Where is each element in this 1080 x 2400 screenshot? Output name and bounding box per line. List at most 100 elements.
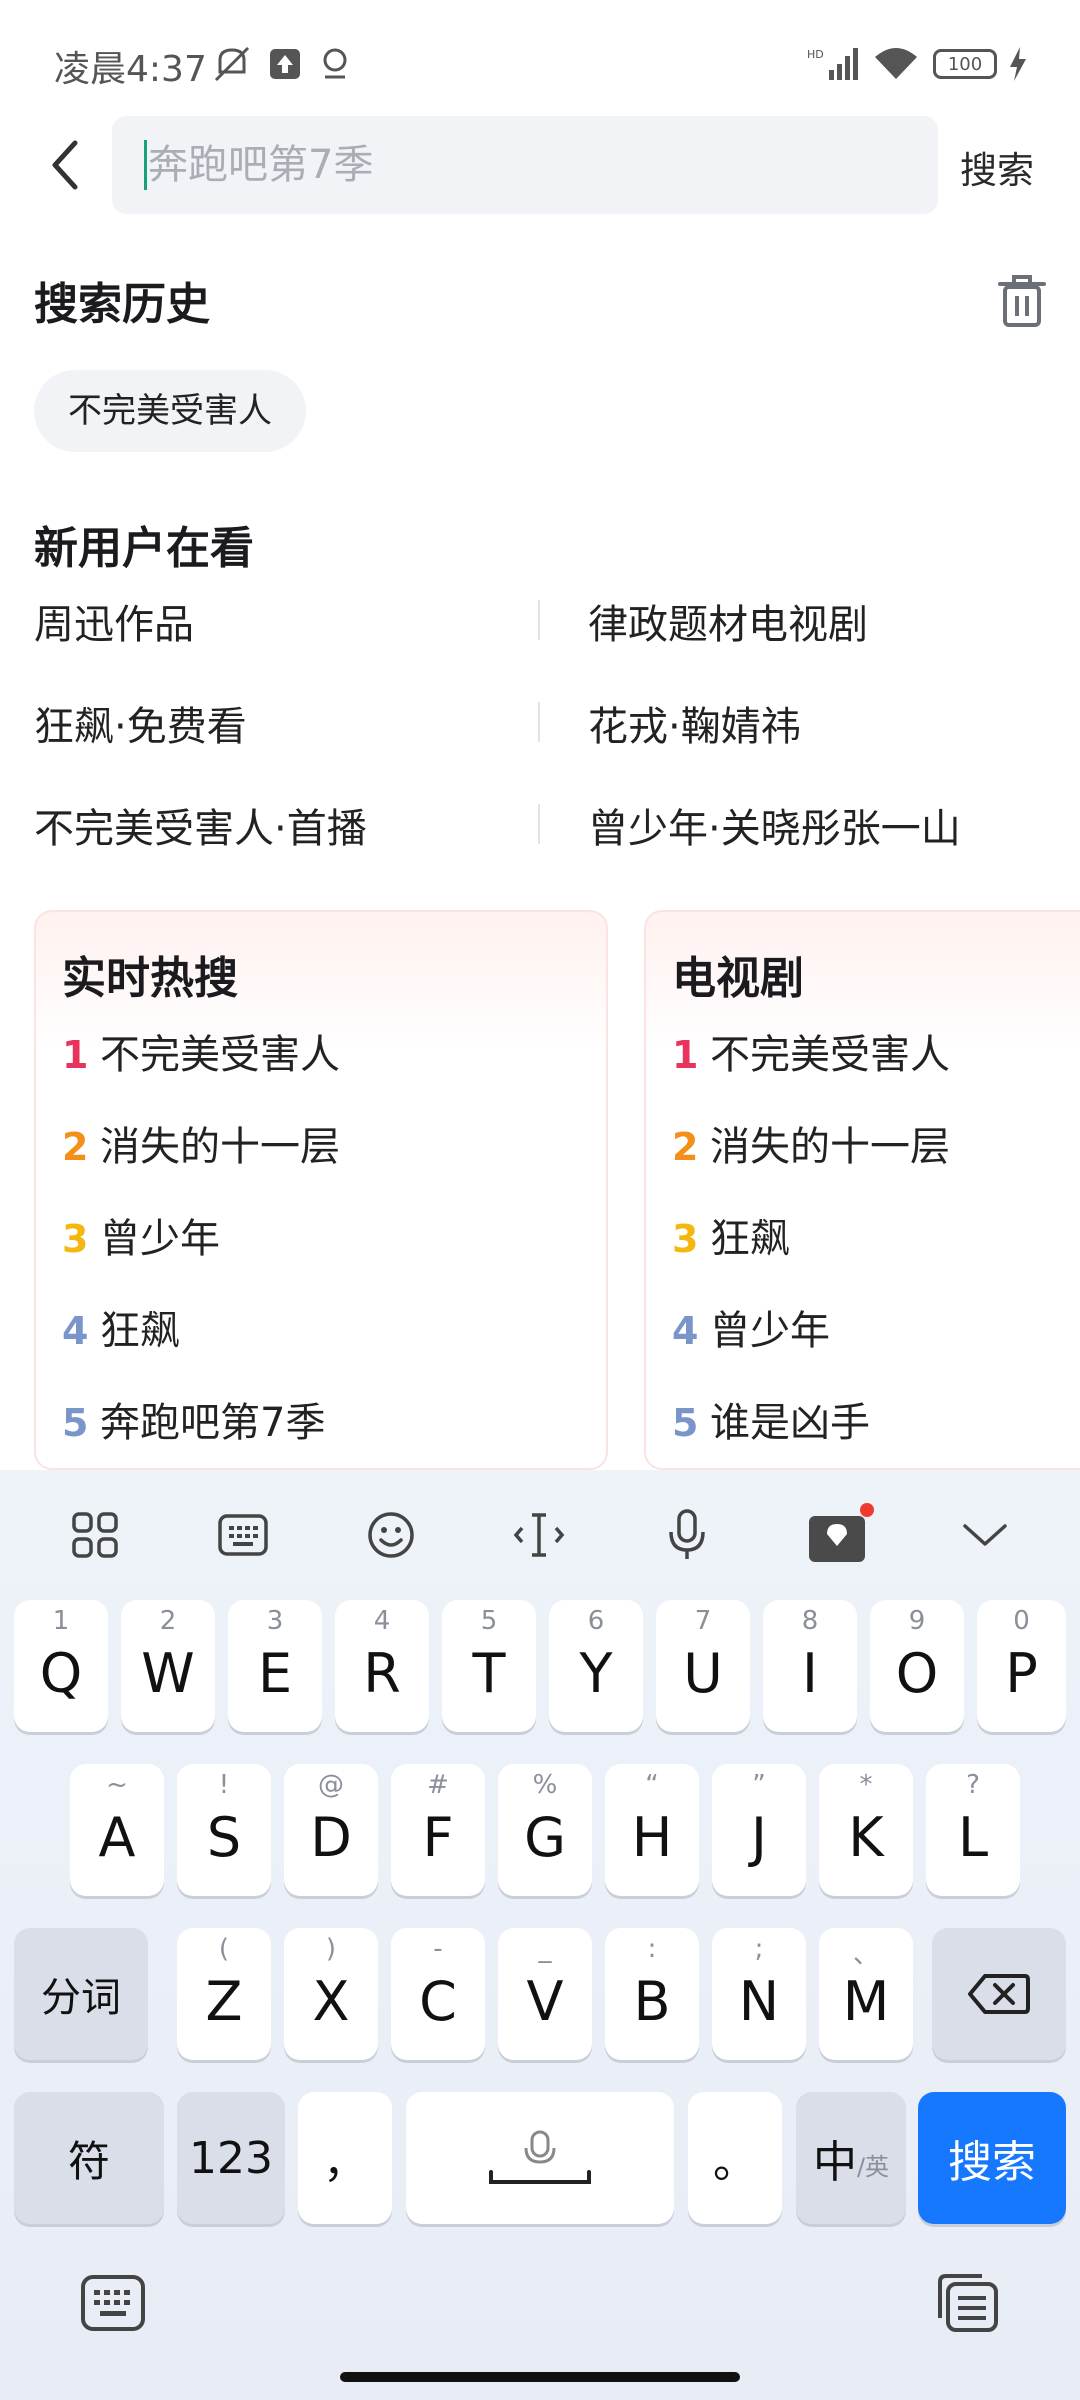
key-hint: _ (538, 1934, 552, 1964)
key-t[interactable]: 5T (442, 1600, 536, 1732)
key-g[interactable]: % G (498, 1764, 592, 1896)
clear-history-button[interactable] (996, 272, 1048, 328)
rec-item-huarong[interactable]: 花戎·鞠婧祎 (588, 694, 801, 752)
key-hint: # (427, 1770, 449, 1800)
key-x[interactable]: ) X (284, 1928, 378, 2060)
key-q[interactable]: 1Q (14, 1600, 108, 1732)
collapse-keyboard-icon[interactable] (950, 1500, 1020, 1570)
key-c[interactable]: -C (391, 1928, 485, 2060)
rank-card-realtime: 实时热搜 1 不完美受害人 2 消失的十一层 3 曾少年 4 狂飙 5 奔跑吧第… (34, 910, 608, 1470)
key-label: N (738, 1969, 780, 2033)
text-cursor (144, 140, 147, 190)
period-key[interactable]: 。 (688, 2092, 782, 2224)
segment-key[interactable]: 分词 (14, 1928, 148, 2060)
key-v[interactable]: _ V (498, 1928, 592, 2060)
switch-keyboard-icon[interactable] (78, 2270, 148, 2336)
emoji-icon[interactable] (356, 1500, 426, 1570)
rank-item[interactable]: 5 奔跑吧第7季 (62, 1390, 325, 1448)
comma-key[interactable]: ， (298, 2092, 392, 2224)
divider (538, 804, 540, 844)
cursor-move-icon[interactable] (504, 1500, 574, 1570)
charging-icon (1006, 44, 1030, 84)
rank-number: 1 (672, 1033, 699, 1077)
symbol-key[interactable]: 符 (14, 2092, 164, 2224)
key-label: D (310, 1805, 352, 1869)
rec-item-zengshaonian[interactable]: 曾少年·关晓彤张一山 (588, 796, 961, 854)
key-label: F (422, 1805, 454, 1869)
key-b[interactable]: :B (605, 1928, 699, 2060)
key-p[interactable]: 0P (977, 1600, 1066, 1732)
home-indicator[interactable] (340, 2372, 740, 2382)
key-j[interactable]: ” J (712, 1764, 806, 1896)
key-s[interactable]: ! S (177, 1764, 271, 1896)
key-hint: 3 (266, 1606, 284, 1636)
microphone-icon[interactable] (652, 1500, 722, 1570)
hd-signal-icon: HD (806, 44, 860, 84)
backspace-key[interactable] (932, 1928, 1066, 2060)
rank-text: 不完美受害人 (710, 1032, 950, 1078)
rec-item-kuangbiao[interactable]: 狂飙·免费看 (34, 694, 247, 752)
key-label: H (631, 1805, 673, 1869)
rank-item[interactable]: 4 曾少年 (672, 1298, 830, 1356)
key-y[interactable]: 6Y (549, 1600, 643, 1732)
key-label: V (526, 1969, 564, 2033)
search-box[interactable] (112, 116, 938, 214)
key-h[interactable]: “H (605, 1764, 699, 1896)
apps-grid-icon[interactable] (60, 1500, 130, 1570)
keyboard-layout-icon[interactable] (208, 1500, 278, 1570)
key-label: K (848, 1805, 884, 1869)
key-hint: ! (218, 1770, 230, 1800)
rec-item-imperfect-victim[interactable]: 不完美受害人·首播 (34, 796, 367, 854)
rank-number: 3 (672, 1217, 699, 1261)
key-label: X (312, 1969, 350, 2033)
key-e[interactable]: 3E (228, 1600, 322, 1732)
rec-item-legal-drama[interactable]: 律政题材电视剧 (588, 592, 868, 650)
rank-number: 5 (672, 1401, 699, 1445)
rec-item-zhouxun[interactable]: 周迅作品 (34, 592, 194, 650)
rank-number: 3 (62, 1217, 89, 1261)
treasure-box-icon[interactable] (800, 1500, 880, 1570)
number-key[interactable]: 123 (177, 2092, 285, 2224)
search-enter-key[interactable]: 搜索 (918, 2092, 1066, 2224)
rank-item[interactable]: 3 曾少年 (62, 1206, 220, 1264)
key-z[interactable]: (Z (177, 1928, 271, 2060)
key-a[interactable]: ~ A (70, 1764, 164, 1896)
key-i[interactable]: 8I (763, 1600, 857, 1732)
rank-item[interactable]: 3 狂飙 (672, 1206, 790, 1264)
rank-item[interactable]: 4 狂飙 (62, 1298, 180, 1356)
search-input[interactable] (148, 132, 908, 198)
language-switch-key[interactable]: 中/英 (796, 2092, 906, 2224)
key-label: O (895, 1641, 939, 1705)
key-hint: ; (754, 1934, 764, 1964)
key-r[interactable]: 4R (335, 1600, 429, 1732)
key-label: Q (39, 1641, 83, 1705)
rank-item[interactable]: 1 不完美受害人 (62, 1022, 340, 1080)
space-key[interactable] (406, 2092, 674, 2224)
svg-text:HD: HD (807, 48, 824, 61)
clipboard-icon[interactable] (932, 2270, 1002, 2336)
key-o[interactable]: 9O (870, 1600, 964, 1732)
key-l[interactable]: ? L (926, 1764, 1020, 1896)
rank-item[interactable]: 1 不完美受害人 (672, 1022, 950, 1080)
back-button[interactable] (30, 130, 100, 200)
battery-level: 100 (933, 49, 997, 79)
rank-item[interactable]: 2 消失的十一层 (672, 1114, 950, 1172)
key-f[interactable]: # F (391, 1764, 485, 1896)
rank-item[interactable]: 5 谁是凶手 (672, 1390, 870, 1448)
key-m[interactable]: 、 M (819, 1928, 913, 2060)
key-label: J (751, 1805, 767, 1869)
key-n[interactable]: ; N (712, 1928, 806, 2060)
rank-item[interactable]: 2 消失的十一层 (62, 1114, 340, 1172)
history-chip[interactable]: 不完美受害人 (34, 370, 306, 452)
key-w[interactable]: 2W (121, 1600, 215, 1732)
rank-number: 4 (672, 1309, 699, 1353)
key-hint: ” (752, 1770, 766, 1800)
divider (538, 702, 540, 742)
key-hint: @ (318, 1770, 344, 1800)
rank-number: 2 (62, 1125, 89, 1169)
search-button[interactable]: 搜索 (960, 140, 1034, 194)
key-d[interactable]: @ D (284, 1764, 378, 1896)
key-u[interactable]: 7U (656, 1600, 750, 1732)
key-hint: 7 (694, 1606, 712, 1636)
key-k[interactable]: * K (819, 1764, 913, 1896)
